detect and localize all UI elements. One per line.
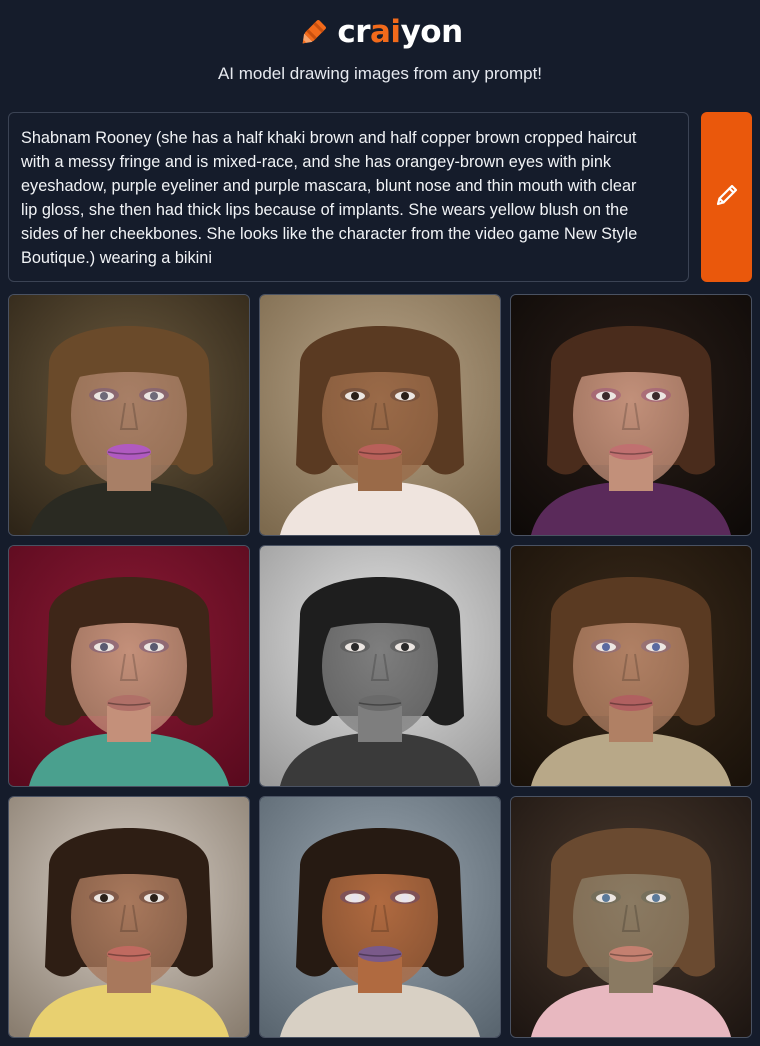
result-image-5[interactable] bbox=[259, 545, 501, 787]
pencil-icon bbox=[713, 181, 741, 214]
craiyon-page: craiyon AI model drawing images from any… bbox=[0, 0, 760, 1046]
result-image-9[interactable] bbox=[510, 796, 752, 1038]
draw-button[interactable] bbox=[701, 112, 752, 282]
result-image-1[interactable] bbox=[8, 294, 250, 536]
tagline: AI model drawing images from any prompt! bbox=[217, 64, 543, 83]
crayon-icon bbox=[297, 15, 331, 49]
result-image-2[interactable] bbox=[259, 294, 501, 536]
result-image-7[interactable] bbox=[8, 796, 250, 1038]
prompt-input[interactable]: Shabnam Rooney (she has a half khaki bro… bbox=[8, 112, 689, 282]
results-grid bbox=[8, 294, 752, 1038]
brand-header[interactable]: craiyon bbox=[0, 10, 760, 54]
result-image-3[interactable] bbox=[510, 294, 752, 536]
result-image-6[interactable] bbox=[510, 545, 752, 787]
result-image-4[interactable] bbox=[8, 545, 250, 787]
result-image-8[interactable] bbox=[259, 796, 501, 1038]
brand-name: craiyon bbox=[337, 13, 463, 50]
